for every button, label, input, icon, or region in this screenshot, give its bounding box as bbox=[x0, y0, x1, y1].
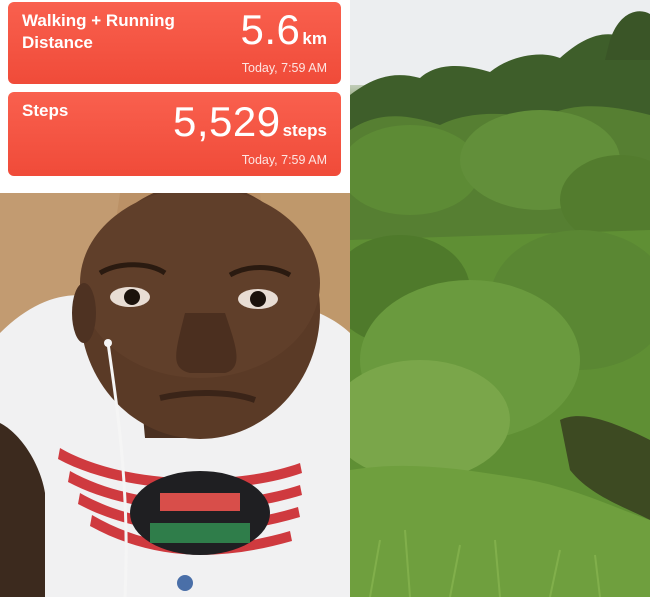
distance-card[interactable]: Walking + Running Distance 5.6 km Today,… bbox=[8, 2, 341, 84]
bush-landscape-photo bbox=[350, 0, 650, 597]
steps-unit: steps bbox=[282, 121, 327, 140]
distance-timestamp: Today, 7:59 AM bbox=[241, 61, 327, 75]
steps-value-group: 5,529 steps bbox=[173, 98, 327, 146]
steps-timestamp: Today, 7:59 AM bbox=[241, 153, 327, 167]
distance-value-group: 5.6 km bbox=[241, 6, 327, 54]
selfie-photo bbox=[0, 193, 350, 597]
distance-value: 5.6 bbox=[240, 6, 301, 53]
distance-unit: km bbox=[302, 29, 327, 48]
steps-card[interactable]: Steps 5,529 steps Today, 7:59 AM bbox=[8, 92, 341, 176]
distance-title: Walking + Running Distance bbox=[22, 11, 175, 52]
bush-illustration bbox=[350, 0, 650, 597]
selfie-illustration bbox=[0, 193, 350, 597]
steps-value: 5,529 bbox=[172, 98, 281, 145]
steps-title: Steps bbox=[22, 101, 69, 120]
health-summary-panel: Walking + Running Distance 5.6 km Today,… bbox=[0, 0, 350, 193]
